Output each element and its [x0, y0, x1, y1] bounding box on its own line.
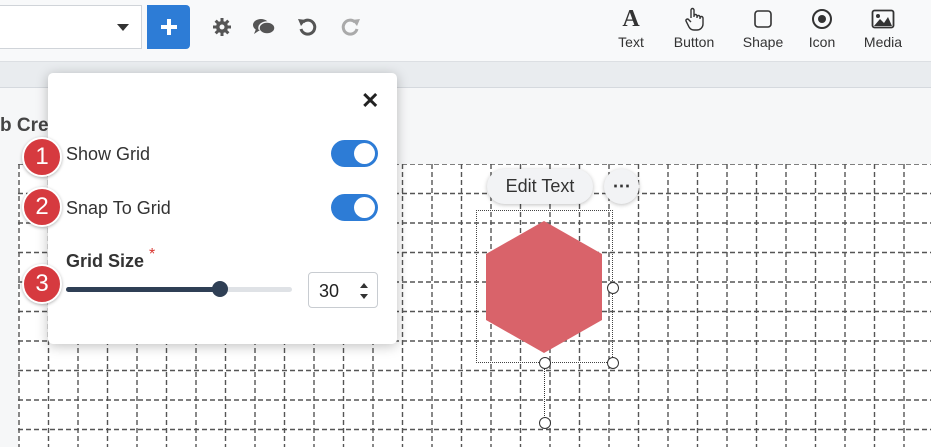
show-grid-label: Show Grid [66, 144, 151, 164]
grid-size-value: 30 [319, 281, 340, 301]
insert-shape-label: Shape [742, 34, 784, 50]
show-grid-toggle[interactable] [331, 140, 378, 167]
hand-pointer-icon [684, 5, 704, 33]
gear-icon[interactable] [210, 15, 234, 39]
resize-handle-bottom[interactable] [539, 357, 551, 369]
insert-button-label: Button [673, 34, 715, 50]
chevron-down-icon [117, 24, 129, 31]
top-toolbar: A Text Button Shape Icon Media [0, 0, 931, 62]
toggle-knob [354, 143, 375, 164]
callout-badge-3: 3 [22, 264, 62, 304]
insert-shape-button[interactable]: Shape [740, 5, 786, 55]
rotate-handle[interactable] [539, 417, 551, 429]
hexagon-shape[interactable] [486, 221, 602, 353]
insert-media-button[interactable]: Media [859, 5, 907, 55]
close-icon[interactable]: ✕ [361, 90, 379, 112]
more-options-button[interactable]: ⋯ [604, 169, 639, 204]
snap-to-grid-toggle[interactable] [331, 194, 378, 221]
redo-icon[interactable] [338, 15, 362, 39]
chat-icon[interactable] [252, 15, 276, 39]
required-asterisk: * [149, 246, 156, 263]
undo-icon[interactable] [296, 15, 320, 39]
insert-icon-label: Icon [808, 34, 836, 50]
ellipsis-icon: ⋯ [612, 176, 631, 196]
target-icon [811, 5, 833, 33]
page-title: b Cre [0, 115, 49, 136]
toggle-knob [354, 197, 375, 218]
add-button[interactable] [147, 5, 190, 49]
callout-badge-1: 1 [22, 137, 62, 177]
plus-icon [160, 19, 177, 35]
insert-button-button[interactable]: Button [668, 5, 720, 55]
snap-to-grid-label: Snap To Grid [66, 198, 171, 218]
insert-text-button[interactable]: A Text [614, 5, 648, 55]
grid-size-slider[interactable] [66, 281, 292, 297]
slider-fill [66, 287, 220, 292]
resize-handle-right[interactable] [607, 282, 619, 294]
text-icon: A [622, 5, 640, 32]
page-dropdown[interactable] [0, 5, 142, 49]
grid-size-input[interactable]: 30 [308, 272, 378, 308]
slider-thumb[interactable] [211, 281, 228, 297]
resize-handle-corner[interactable] [607, 357, 619, 369]
callout-badge-2: 2 [22, 187, 62, 227]
rotate-connector [544, 368, 545, 418]
edit-text-label: Edit Text [505, 176, 575, 196]
decrement-icon[interactable] [360, 294, 368, 299]
insert-icon-button[interactable]: Icon [805, 5, 839, 55]
edit-text-button[interactable]: Edit Text [487, 169, 593, 204]
insert-text-label: Text [618, 34, 644, 50]
insert-media-label: Media [863, 34, 903, 50]
image-icon [871, 5, 895, 33]
square-icon [753, 5, 773, 33]
increment-icon[interactable] [360, 283, 368, 288]
grid-size-label: Grid Size [66, 251, 145, 271]
